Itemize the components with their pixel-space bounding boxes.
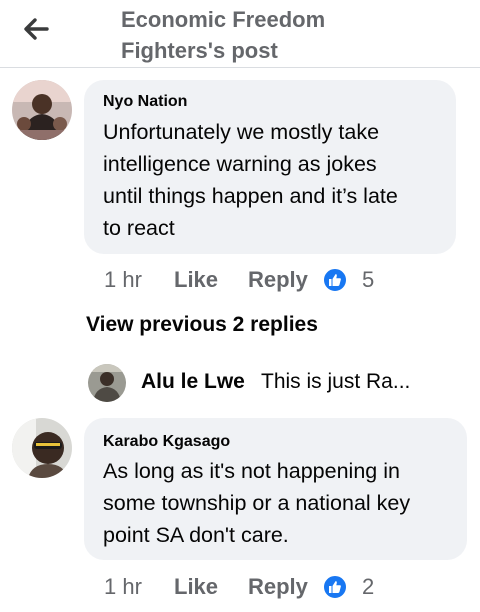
thumbs-up-icon bbox=[329, 581, 341, 593]
avatar[interactable] bbox=[12, 80, 72, 140]
comment-time: 1 hr bbox=[104, 267, 142, 292]
comment-text: As long as it's not happening in some to… bbox=[103, 459, 411, 547]
arrow-left-icon bbox=[24, 18, 49, 40]
reply-button[interactable]: Reply bbox=[248, 265, 308, 295]
like-button[interactable]: Like bbox=[174, 265, 218, 295]
reply-snippet[interactable]: This is just Ra... bbox=[261, 370, 410, 394]
avatar-photo bbox=[12, 80, 72, 140]
reply-author[interactable]: Alu le Lwe bbox=[141, 370, 245, 394]
reactions-button[interactable] bbox=[322, 574, 348, 600]
reaction-count[interactable]: 2 bbox=[362, 572, 374, 602]
like-button[interactable]: Like bbox=[174, 572, 218, 602]
thumbs-up-icon bbox=[329, 274, 341, 286]
post-header: Economic Freedom Fighters's post bbox=[0, 0, 480, 68]
comment-time: 1 hr bbox=[104, 574, 142, 599]
page-title: Economic Freedom Fighters's post bbox=[121, 7, 326, 63]
reply-button[interactable]: Reply bbox=[248, 572, 308, 602]
reactions-button[interactable] bbox=[322, 267, 348, 293]
reaction-count[interactable]: 5 bbox=[362, 265, 374, 295]
avatar[interactable] bbox=[12, 418, 72, 478]
avatar-photo bbox=[12, 418, 72, 478]
comment-author[interactable]: Karabo Kgasago bbox=[103, 433, 230, 451]
reply-avatar-photo bbox=[88, 364, 126, 402]
comment-text: Unfortunately we mostly take intelligenc… bbox=[103, 120, 398, 240]
back-button[interactable] bbox=[18, 14, 54, 44]
comment-author[interactable]: Nyo Nation bbox=[103, 93, 187, 111]
view-previous-replies-button[interactable]: View previous 2 replies bbox=[86, 313, 318, 337]
reply-avatar[interactable] bbox=[88, 364, 126, 402]
